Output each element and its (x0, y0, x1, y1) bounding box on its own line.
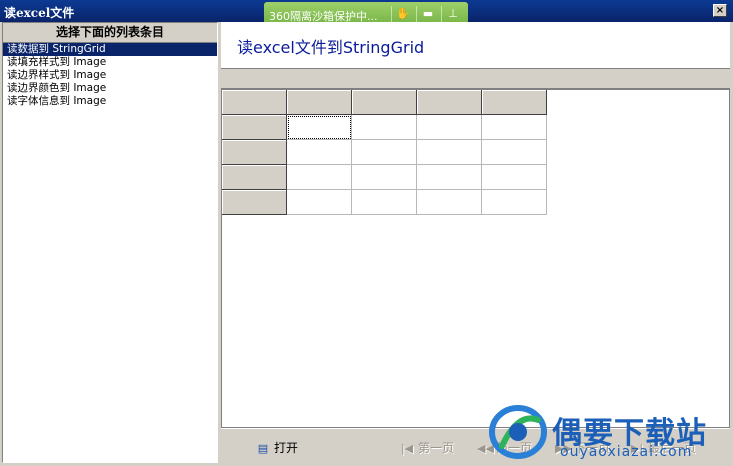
grid-cell[interactable] (287, 190, 352, 215)
grid-cell[interactable] (417, 190, 482, 215)
grid-header-cell[interactable] (222, 115, 287, 140)
list-item[interactable]: 读边界样式到 Image (3, 69, 217, 82)
first-page-label: 第一页 (418, 441, 455, 455)
grid-header-cell[interactable] (222, 165, 287, 190)
open-label: 打开 (274, 441, 299, 455)
site-watermark: 偶要下载站 ouyaoxiazai.com (488, 398, 733, 466)
separator-bar (221, 68, 730, 89)
watermark-url: ouyaoxiazai.com (560, 444, 693, 460)
grid-cell[interactable] (417, 140, 482, 165)
string-grid[interactable] (221, 89, 730, 428)
grid-cell[interactable] (352, 140, 417, 165)
grid-header-cell[interactable] (222, 90, 287, 115)
grid-header-cell[interactable] (417, 90, 482, 115)
folder-icon[interactable]: ▬ (418, 5, 438, 23)
list-item[interactable]: 读数据到 StringGrid (3, 43, 217, 56)
window-title: 读excel文件 (4, 6, 75, 20)
pin-icon[interactable]: ⊥ (443, 5, 463, 23)
grid-header-cell[interactable] (482, 90, 547, 115)
close-button[interactable]: × (713, 4, 727, 17)
grid-cell[interactable] (352, 115, 417, 140)
grid-cell[interactable] (287, 115, 352, 140)
grid-cell[interactable] (482, 190, 547, 215)
grid-cell[interactable] (352, 190, 417, 215)
title-panel: 读excel文件到StringGrid (221, 22, 730, 68)
function-list: 读数据到 StringGrid 读填充样式到 Image 读边界样式到 Imag… (3, 43, 217, 108)
list-item[interactable]: 读填充样式到 Image (3, 56, 217, 69)
site-logo-icon (489, 405, 547, 459)
divider (416, 6, 417, 22)
open-button[interactable]: ▤ 打开 (255, 439, 298, 457)
list-item[interactable]: 读字体信息到 Image (3, 95, 217, 108)
grid-cell[interactable] (352, 165, 417, 190)
open-file-icon: ▤ (257, 442, 269, 455)
list-header: 选择下面的列表条目 (3, 23, 217, 43)
grid-header-cell[interactable] (222, 190, 287, 215)
grid-header-cell[interactable] (352, 90, 417, 115)
grid-cell[interactable] (482, 140, 547, 165)
first-page-button[interactable]: |◀ 第一页 (399, 439, 454, 457)
first-page-icon: |◀ (400, 442, 414, 455)
sandbox-hand-icon[interactable]: ✋ (393, 5, 413, 23)
list-item[interactable]: 读边界颜色到 Image (3, 82, 217, 95)
grid-cell[interactable] (287, 165, 352, 190)
page-title: 读excel文件到StringGrid (237, 38, 425, 57)
grid-cell[interactable] (482, 115, 547, 140)
close-icon: × (715, 5, 725, 16)
grid-header-cell[interactable] (287, 90, 352, 115)
grid-cell[interactable] (287, 140, 352, 165)
divider (441, 6, 442, 22)
grid-cell[interactable] (417, 165, 482, 190)
grid-cell[interactable] (482, 165, 547, 190)
divider (391, 6, 392, 22)
grid-header-cell[interactable] (222, 140, 287, 165)
grid-cell[interactable] (417, 115, 482, 140)
function-list-panel: 选择下面的列表条目 读数据到 StringGrid 读填充样式到 Image 读… (2, 22, 218, 463)
